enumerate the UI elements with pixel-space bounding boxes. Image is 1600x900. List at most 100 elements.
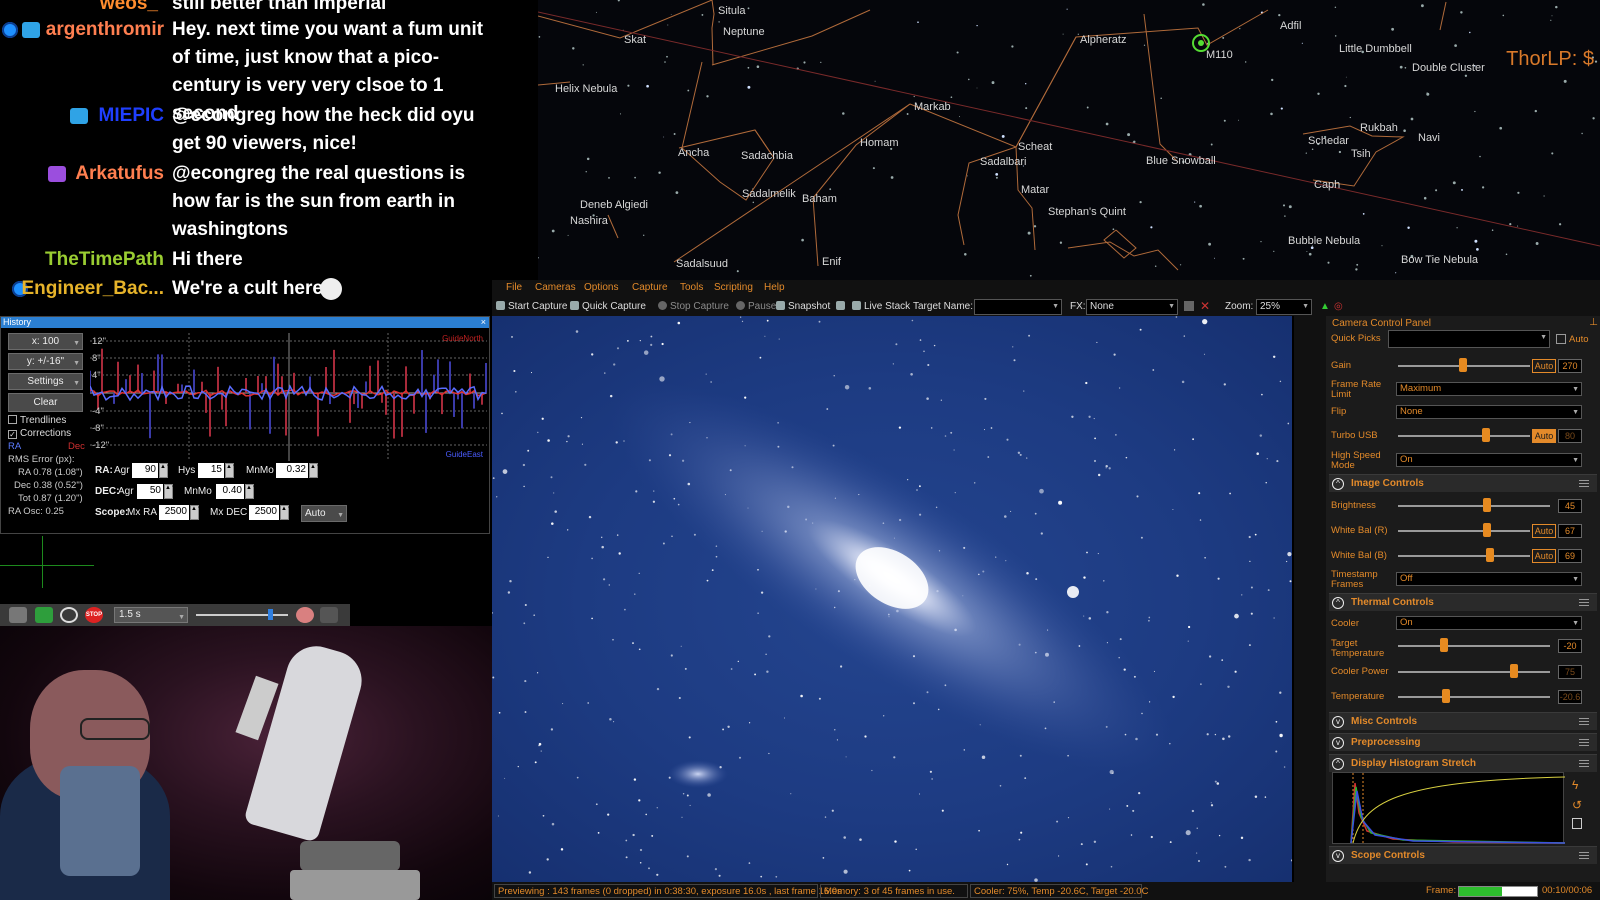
reset-icon[interactable]: ↺ <box>1572 798 1582 812</box>
ra-mnmo-input[interactable]: 0.32 <box>276 463 308 478</box>
gain-slider-thumb[interactable] <box>1459 358 1467 372</box>
wb-blue-auto-button[interactable]: Auto <box>1532 549 1556 563</box>
fx-select[interactable]: None ▼ <box>1086 299 1178 315</box>
menu-help[interactable]: Help <box>764 282 785 293</box>
misc-controls-section[interactable]: v Misc Controls <box>1329 712 1597 730</box>
flip-select[interactable]: None ▼ <box>1396 405 1582 419</box>
scope-controls-section[interactable]: v Scope Controls <box>1329 846 1597 864</box>
brightness-slider-thumb[interactable] <box>1483 498 1491 512</box>
live-stack-toggle-icon[interactable] <box>836 301 848 312</box>
scope-mxdec-input[interactable]: 2500 <box>249 505 279 520</box>
turbo-usb-slider[interactable] <box>1398 435 1530 437</box>
wb-blue-slider-thumb[interactable] <box>1486 548 1494 562</box>
snapshot-button[interactable]: Snapshot <box>776 301 830 312</box>
live-stack-button[interactable]: Live Stack <box>852 301 910 312</box>
exposure-select[interactable]: 1.5 s ▼ <box>114 607 188 623</box>
target-temp-value[interactable]: -20 <box>1558 639 1582 653</box>
spin-arrows-icon[interactable]: ▲▼ <box>164 484 177 499</box>
histogram-display[interactable] <box>1332 772 1566 845</box>
spin-arrows-icon[interactable]: ▲▼ <box>245 484 258 499</box>
frame-rate-select[interactable]: Maximum ▼ <box>1396 382 1582 396</box>
wb-red-slider[interactable] <box>1398 530 1530 532</box>
histogram-stretch-section[interactable]: ^ Display Histogram Stretch <box>1329 754 1597 772</box>
clear-button[interactable]: Clear <box>8 393 83 412</box>
gain-auto-button[interactable]: Auto <box>1532 359 1556 373</box>
dec-agr-input[interactable]: 50 <box>137 484 163 499</box>
turbo-usb-auto-button[interactable]: Auto <box>1532 429 1556 443</box>
y-scale-select[interactable]: y: +/-16" ▼ <box>8 353 83 370</box>
wb-red-value[interactable]: 67 <box>1558 524 1582 538</box>
camera-icon[interactable] <box>320 607 338 623</box>
menu-scripting[interactable]: Scripting <box>714 282 753 293</box>
zoom-select[interactable]: 25% ▼ <box>1256 299 1312 315</box>
menu-icon[interactable] <box>1579 480 1589 487</box>
dec-mnmo-input[interactable]: 0.40 <box>216 484 244 499</box>
target-name-input[interactable]: ▼ <box>974 299 1062 315</box>
wb-red-slider-thumb[interactable] <box>1483 523 1491 537</box>
spin-arrows-icon[interactable]: ▲▼ <box>190 505 203 520</box>
target-temp-slider[interactable] <box>1398 645 1550 647</box>
ra-agr-input[interactable]: 90 <box>132 463 158 478</box>
histogram-icon[interactable]: ▲ <box>1320 301 1330 312</box>
pencil-icon[interactable] <box>9 607 27 623</box>
menu-tools[interactable]: Tools <box>680 282 703 293</box>
guide-graph[interactable]: 12" 8" 4" -4" -8" -12" GuideNorth GuideE… <box>89 333 487 461</box>
gain-value[interactable]: 270 <box>1558 359 1582 373</box>
thermal-controls-section[interactable]: ^ Thermal Controls <box>1329 593 1597 611</box>
auto-checkbox[interactable] <box>1556 334 1566 344</box>
star-map[interactable]: Situla Skat Neptune Helix Nebula Alphera… <box>538 0 1600 280</box>
fx-settings-icon[interactable] <box>1184 301 1194 311</box>
menu-capture[interactable]: Capture <box>632 282 668 293</box>
wb-blue-slider[interactable] <box>1398 555 1530 557</box>
menu-file[interactable]: File <box>506 282 522 293</box>
quick-picks-select[interactable]: ▼ <box>1388 330 1550 348</box>
quick-capture-button[interactable]: Quick Capture <box>570 301 646 312</box>
spin-arrows-icon[interactable]: ▲▼ <box>280 505 293 520</box>
turbo-usb-value[interactable]: 80 <box>1558 429 1582 443</box>
x-scale-select[interactable]: x: 100 ▼ <box>8 333 83 350</box>
menu-icon[interactable] <box>1579 760 1589 767</box>
scope-mxra-input[interactable]: 2500 <box>159 505 189 520</box>
stop-capture-button[interactable]: Stop Capture <box>658 301 729 312</box>
guide-star-view[interactable] <box>0 536 350 606</box>
menu-icon[interactable] <box>1579 739 1589 746</box>
wb-blue-value[interactable]: 69 <box>1558 549 1582 563</box>
pause-button[interactable]: Pause <box>736 301 776 312</box>
preview-scrollbar[interactable] <box>1294 316 1326 882</box>
spin-arrows-icon[interactable]: ▲▼ <box>159 463 172 478</box>
brightness-slider[interactable] <box>1398 505 1550 507</box>
loop-icon[interactable] <box>35 607 53 623</box>
camera-preview[interactable] <box>492 316 1292 882</box>
image-controls-section[interactable]: ^ Image Controls <box>1329 474 1597 492</box>
ra-hys-input[interactable]: 15 <box>198 463 224 478</box>
brightness-slider-thumb[interactable] <box>268 609 273 620</box>
guide-target-icon[interactable] <box>60 607 78 623</box>
spin-arrows-icon[interactable]: ▲▼ <box>309 463 322 478</box>
trendlines-checkbox[interactable]: Trendlines <box>8 415 66 426</box>
corrections-checkbox[interactable]: ✓ Corrections <box>8 428 71 439</box>
lightning-icon[interactable]: ϟ <box>1572 778 1578 792</box>
brightness-slider[interactable] <box>196 614 288 616</box>
cooler-select[interactable]: On ▼ <box>1396 616 1582 630</box>
menu-icon[interactable] <box>1579 718 1589 725</box>
settings-select[interactable]: Settings ▼ <box>8 373 83 390</box>
menu-icon[interactable] <box>1579 599 1589 606</box>
menu-icon[interactable] <box>1579 852 1589 859</box>
pin-icon[interactable]: ⊥ <box>1589 317 1598 328</box>
stop-button[interactable]: STOP <box>85 607 103 623</box>
spin-arrows-icon[interactable]: ▲▼ <box>225 463 238 478</box>
fx-clear-icon[interactable]: ✕ <box>1200 299 1210 313</box>
preprocessing-section[interactable]: v Preprocessing <box>1329 733 1597 751</box>
scope-mode-select[interactable]: Auto ▼ <box>301 505 347 522</box>
close-icon[interactable]: × <box>481 317 486 328</box>
brain-icon[interactable] <box>296 607 314 623</box>
menu-cameras[interactable]: Cameras <box>535 282 576 293</box>
timestamp-select[interactable]: Off ▼ <box>1396 572 1582 586</box>
save-icon[interactable] <box>1572 818 1582 829</box>
turbo-usb-slider-thumb[interactable] <box>1482 428 1490 442</box>
start-capture-button[interactable]: Start Capture <box>496 301 567 312</box>
wb-red-auto-button[interactable]: Auto <box>1532 524 1556 538</box>
target-temp-slider-thumb[interactable] <box>1440 638 1448 652</box>
high-speed-select[interactable]: On ▼ <box>1396 453 1582 467</box>
brightness-value[interactable]: 45 <box>1558 499 1582 513</box>
